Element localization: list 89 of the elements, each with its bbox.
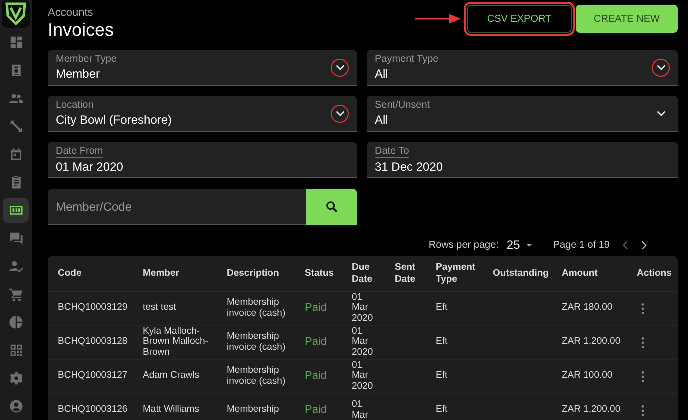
pie-chart-icon <box>8 314 24 330</box>
field-label: Date From <box>56 146 104 158</box>
column-header: Payment Type <box>436 262 477 285</box>
table-cell-text: Eft <box>436 405 449 416</box>
chat-icon <box>8 230 24 246</box>
select-field[interactable]: Member Type Member <box>48 50 357 86</box>
field-label: Sent/Unsent <box>375 100 430 111</box>
column-header: Description <box>227 268 280 280</box>
table-cell-text: Eft <box>436 303 449 314</box>
table-cell-text: 01 Mar 2020 <box>352 326 374 358</box>
more-icon[interactable] <box>641 336 645 348</box>
table-cell-text: 01 Mar 2020 <box>352 360 374 392</box>
column-header: Status <box>305 268 336 280</box>
page-title: Invoices <box>48 20 114 41</box>
table-cell-text: Kyla Malloch-Brown Malloch-Brown <box>143 326 210 358</box>
table-cell-text: Membership invoice (cash) <box>227 366 287 387</box>
date-field[interactable]: Date To 31 Dec 2020 <box>367 142 678 178</box>
table-cell-text: test test <box>143 303 178 314</box>
table-cell-text: Adam Crawls <box>143 371 200 382</box>
arrows-icon <box>8 119 24 134</box>
account-icon <box>8 398 24 414</box>
people-icon <box>8 91 24 106</box>
column-header: Amount <box>562 268 599 280</box>
search-icon <box>324 200 338 214</box>
field-label: Member Type <box>56 54 117 65</box>
cart-icon <box>8 286 24 302</box>
rows-per-page-label: Rows per page: <box>428 240 499 250</box>
table-cell-text: Membership invoice (cash) <box>227 298 287 319</box>
table-cell-text: Membership invoice (cash) <box>227 332 287 353</box>
export-button[interactable]: CSV EXPORT <box>467 5 572 33</box>
column-header: Member <box>143 268 180 280</box>
field-value: All <box>375 67 390 81</box>
table-cell-text: BCHQ10003127 <box>58 371 129 382</box>
table-cell-text: ZAR 180.00 <box>562 303 614 314</box>
search-button[interactable] <box>306 189 357 225</box>
field-label: Date To <box>375 146 410 158</box>
table-cell-text: ZAR 100.00 <box>562 371 614 382</box>
grid-icon <box>8 342 24 358</box>
more-icon[interactable] <box>641 404 645 416</box>
field-label: Payment Type <box>375 54 439 65</box>
table-cell-text: BCHQ10003126 <box>58 405 129 416</box>
field-label: Location <box>56 100 94 111</box>
table-cell-text: BCHQ10003129 <box>58 303 129 314</box>
person-check-icon <box>8 258 24 274</box>
table-cell-text: Membership <box>227 405 280 416</box>
sidebar-item[interactable] <box>3 198 29 224</box>
column-header: Due Date <box>352 262 374 285</box>
create-button[interactable]: CREATE NEW <box>576 5 678 33</box>
field-value: Member <box>56 67 102 81</box>
date-field[interactable]: Date From 01 Mar 2020 <box>48 142 357 178</box>
chevron-icon[interactable] <box>331 104 349 122</box>
column-header: Actions <box>637 268 673 280</box>
table-cell-text: Paid <box>305 336 328 349</box>
more-icon[interactable] <box>641 302 645 314</box>
field-value: 01 Mar 2020 <box>56 160 124 174</box>
field-value: City Bowl (Foreshore) <box>56 113 174 127</box>
breadcrumb: Accounts <box>48 7 94 19</box>
table-cell-text: Paid <box>305 370 328 383</box>
select-field[interactable]: Sent/Unsent All <box>367 96 678 132</box>
search-field[interactable]: Member/Code <box>48 189 306 225</box>
table-cell-text: Eft <box>436 337 449 348</box>
table-cell-text: ZAR 1,200.00 <box>562 405 622 416</box>
table-cell-text: 01 Mar 2020 <box>352 292 374 324</box>
table-cell-text: BCHQ10003128 <box>58 337 129 348</box>
table-cell-text: Paid <box>305 302 328 315</box>
table-cell-text: 01 Mar <box>352 400 370 420</box>
rows-per-page-select[interactable]: 25 <box>504 238 536 252</box>
table-cell-text: Paid <box>305 404 328 417</box>
chevron-icon[interactable] <box>652 58 670 76</box>
table-cell-text: Matt Williams <box>143 405 200 416</box>
dashboard-icon <box>8 35 24 50</box>
chevron-icon[interactable] <box>331 58 349 76</box>
more-icon[interactable] <box>641 370 645 382</box>
page-indicator: Page 1 of 19 <box>553 240 610 250</box>
select-field[interactable]: Payment Type All <box>367 50 678 86</box>
logo-icon[interactable] <box>2 0 30 28</box>
field-value: 31 Dec 2020 <box>375 160 444 174</box>
select-field[interactable]: Location City Bowl (Foreshore) <box>48 96 357 132</box>
column-header: Sent Date <box>395 262 417 285</box>
previous-page-icon[interactable] <box>623 240 629 250</box>
field-value: All <box>375 113 390 127</box>
column-header: Code <box>58 268 83 280</box>
gear-icon <box>8 370 24 386</box>
column-header: Outstanding <box>493 268 550 280</box>
calendar-icon <box>8 147 24 162</box>
table-cell-text: Eft <box>436 371 449 382</box>
table-cell-text: ZAR 1,200.00 <box>562 337 622 348</box>
next-page-icon[interactable] <box>641 240 647 250</box>
dropdown-icon <box>526 242 534 248</box>
